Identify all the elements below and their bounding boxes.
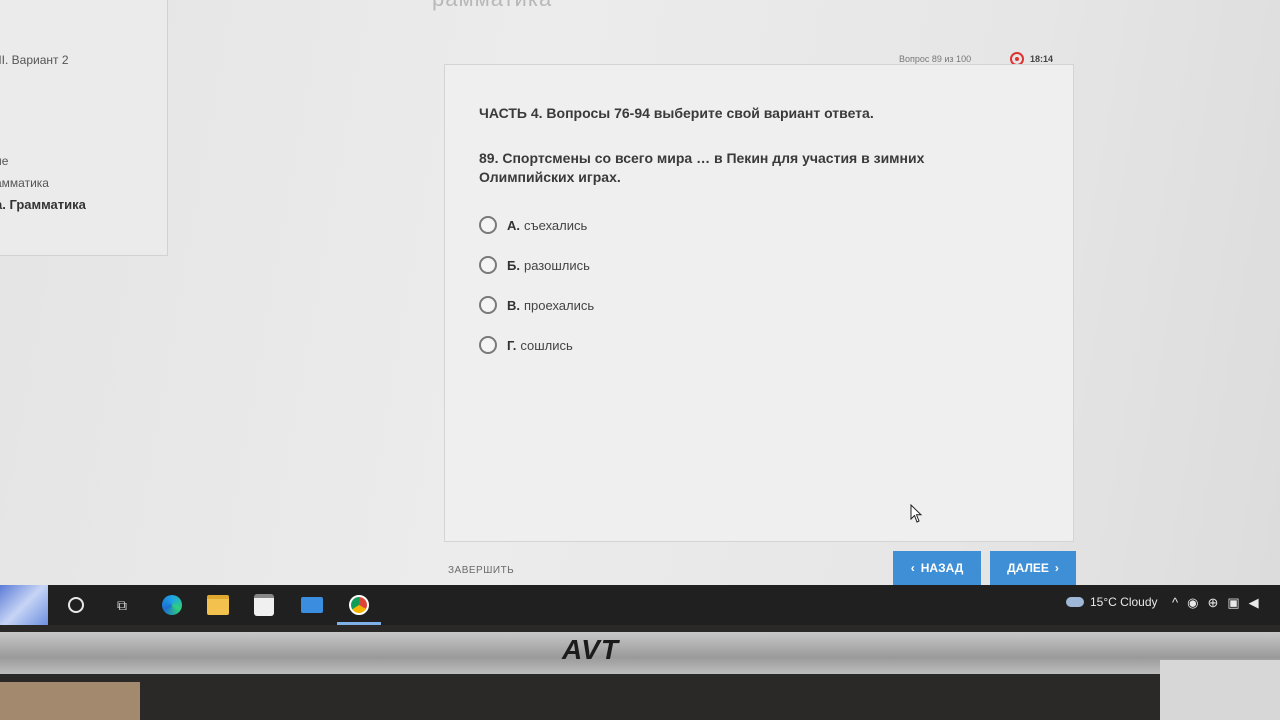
- mouse-cursor-icon: [910, 504, 923, 523]
- chevron-left-icon: ‹: [910, 561, 915, 575]
- option-letter: В.: [507, 297, 520, 313]
- answer-option-b[interactable]: Б. разошлись: [479, 256, 590, 274]
- option-text: сошлись: [520, 337, 573, 353]
- browser-viewport: рамматика III. Вариант 2 ие амматика а. …: [0, 0, 1280, 590]
- monitor-bezel-trim: [0, 632, 1280, 674]
- radio-button[interactable]: [479, 296, 497, 314]
- radio-button[interactable]: [479, 216, 497, 234]
- option-text: проехались: [524, 297, 595, 313]
- radio-button[interactable]: [479, 256, 497, 274]
- timer-value: 18:14: [1030, 54, 1054, 64]
- start-button[interactable]: [0, 585, 48, 625]
- option-letter: Б.: [507, 257, 520, 273]
- radio-button[interactable]: [479, 336, 497, 354]
- chevron-up-icon[interactable]: ^: [1172, 595, 1178, 611]
- sidebar-item[interactable]: амматика: [0, 176, 49, 190]
- sidebar-item-active[interactable]: а. Грамматика: [0, 197, 86, 212]
- next-button-label: ДАЛЕЕ: [1007, 561, 1049, 575]
- sidebar-item[interactable]: ие: [0, 154, 8, 168]
- question-text: 89. Спортсмены со всего мира … в Пекин д…: [479, 150, 925, 185]
- option-text: разошлись: [523, 257, 590, 273]
- edge-icon[interactable]: [160, 593, 184, 617]
- desk-surface: [0, 682, 140, 720]
- option-letter: Г.: [507, 337, 517, 353]
- sidebar-item-variant[interactable]: III. Вариант 2: [0, 53, 69, 67]
- task-view-icon[interactable]: ⧉: [110, 593, 134, 617]
- question-card: ЧАСТЬ 4. Вопросы 76-94 выберите свой вар…: [444, 64, 1074, 542]
- sidebar: III. Вариант 2 ие амматика а. Грамматика: [0, 0, 168, 256]
- volume-icon[interactable]: ◀: [1249, 595, 1259, 611]
- back-button[interactable]: ‹ НАЗАД: [893, 551, 981, 585]
- chrome-icon[interactable]: [347, 593, 371, 617]
- system-tray: ^ ◉ ⊕ ▣ ◀: [1172, 595, 1259, 611]
- record-icon[interactable]: ◉: [1187, 595, 1198, 611]
- option-letter: А.: [507, 217, 520, 233]
- next-button[interactable]: ДАЛЕЕ ›: [990, 551, 1076, 585]
- page-heading: рамматика: [432, 0, 552, 12]
- cloud-icon: [1066, 597, 1084, 607]
- answer-option-g[interactable]: Г. сошлись: [479, 336, 573, 354]
- answer-option-v[interactable]: В. проехались: [479, 296, 594, 314]
- answer-option-a[interactable]: А. съехались: [479, 216, 587, 234]
- question-counter: Вопрос 89 из 100: [899, 54, 972, 64]
- weather-text: 15°C Cloudy: [1090, 595, 1158, 609]
- search-icon[interactable]: [64, 593, 88, 617]
- monitor-brand-logo: AVT: [562, 634, 619, 665]
- file-explorer-icon[interactable]: [206, 593, 230, 617]
- chevron-right-icon: ›: [1054, 561, 1059, 575]
- finish-button[interactable]: ЗАВЕРШИТЬ: [448, 565, 514, 576]
- part-title: ЧАСТЬ 4. Вопросы 76-94 выберите свой вар…: [479, 105, 874, 121]
- background-wall: [1160, 660, 1280, 720]
- back-button-label: НАЗАД: [920, 561, 964, 575]
- store-icon[interactable]: [252, 593, 276, 617]
- mail-icon[interactable]: [300, 593, 324, 617]
- meet-now-icon[interactable]: ⊕: [1207, 595, 1218, 611]
- network-icon[interactable]: ▣: [1227, 595, 1239, 611]
- option-text: съехались: [524, 217, 588, 233]
- taskbar: ⧉ 15°C Cloudy ^ ◉ ⊕ ▣ ◀: [0, 585, 1280, 625]
- weather-widget[interactable]: 15°C Cloudy: [1066, 595, 1158, 609]
